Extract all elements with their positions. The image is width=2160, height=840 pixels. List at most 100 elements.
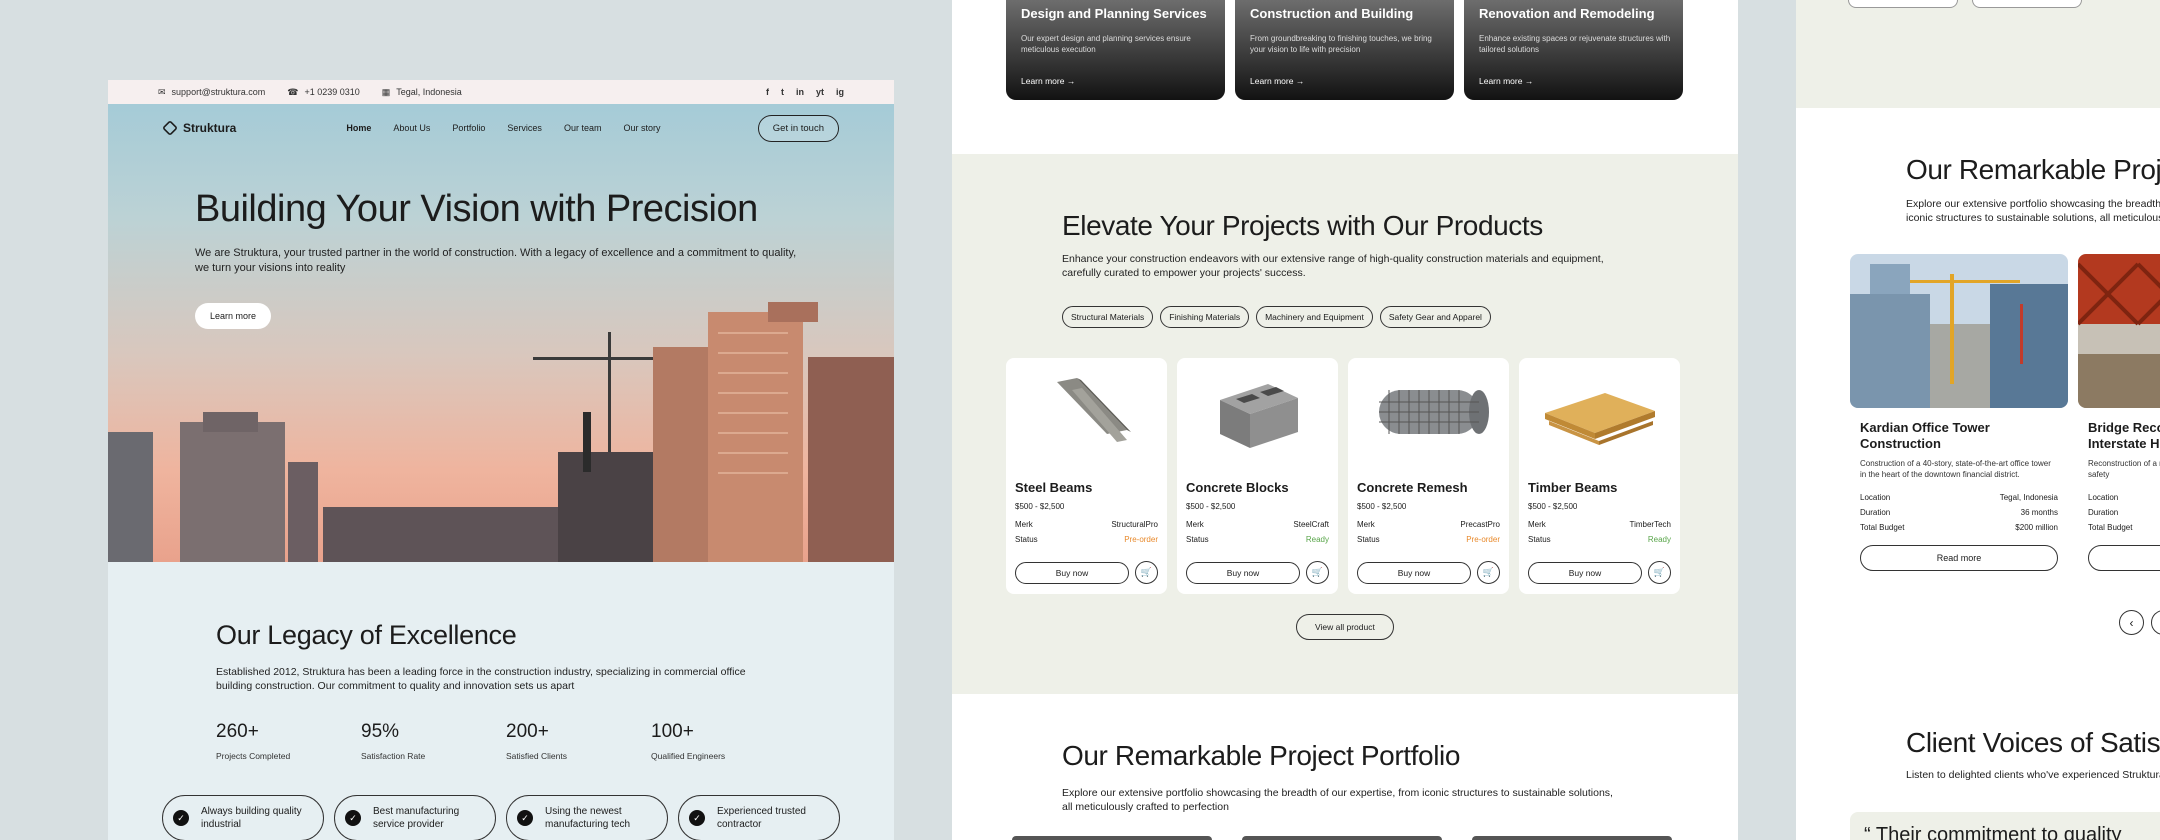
chevron-left-icon: ‹ xyxy=(2129,615,2134,630)
service-learn-more-link[interactable]: Learn more → xyxy=(1021,76,1075,86)
service-card[interactable]: Design and Planning Services Our expert d… xyxy=(1006,0,1225,100)
nav-portfolio[interactable]: Portfolio xyxy=(452,123,485,133)
buy-now-button[interactable]: Buy now xyxy=(1186,562,1300,584)
top-contact-bar: ✉ support@struktura.com ☎ +1 0239 0310 ▦ Te… xyxy=(108,80,894,104)
testimonial-card: “ Their commitment to quality xyxy=(1850,812,2160,840)
cart-icon[interactable]: 🛒 xyxy=(1306,561,1329,584)
cart-icon[interactable]: 🛒 xyxy=(1135,561,1158,584)
read-more-button[interactable]: Read more xyxy=(2088,545,2160,571)
highlights-row: ✓ Always building quality industrial ✓ Bes… xyxy=(162,795,894,840)
highlight-pill: ✓ Always building quality industrial xyxy=(162,795,324,840)
buy-now-button[interactable]: Buy now xyxy=(1015,562,1129,584)
legacy-section: Our Legacy of Excellence Established 201… xyxy=(108,562,894,761)
service-card[interactable]: Renovation and Remodeling Enhance existin… xyxy=(1464,0,1683,100)
product-card[interactable]: Concrete Remesh $500 - $2,500 Merk Precas… xyxy=(1348,358,1509,594)
check-icon: ✓ xyxy=(517,810,533,826)
office-tower-image xyxy=(1850,254,2068,408)
buy-now-button[interactable]: Buy now xyxy=(1528,562,1642,584)
building-icon: ▦ xyxy=(381,86,391,97)
social-links: f t in yt ig xyxy=(766,87,844,97)
project-card[interactable]: Kardian Office Tower Construction Constr… xyxy=(1850,254,2068,571)
status-badge: Pre-order xyxy=(1124,535,1158,544)
stat-satisfaction: 95% Satisfaction Rate xyxy=(361,721,426,761)
quote-icon: “ xyxy=(1864,824,1871,840)
product-card[interactable]: Steel Beams $500 - $2,500 Merk Structural… xyxy=(1006,358,1167,594)
category-chip[interactable]: Safety Gear and Apparel xyxy=(1379,306,1491,328)
button-peek xyxy=(1848,0,1958,8)
instagram-icon[interactable]: ig xyxy=(836,87,844,97)
service-card[interactable]: Construction and Building From groundbrea… xyxy=(1235,0,1454,100)
nav-about[interactable]: About Us xyxy=(393,123,430,133)
hero-subtitle: We are Struktura, your trusted partner i… xyxy=(195,247,797,274)
main-nav: Struktura Home About Us Portfolio Servic… xyxy=(108,104,894,152)
category-filters: Structural Materials Finishing Materials… xyxy=(1062,306,1491,328)
highlight-pill: ✓ Experienced trusted contractor xyxy=(678,795,840,840)
top-strip xyxy=(1796,0,2160,108)
status-badge: Ready xyxy=(1647,535,1671,544)
brand-logo[interactable]: Struktura xyxy=(162,120,236,136)
read-more-button[interactable]: Read more xyxy=(1860,545,2058,571)
facebook-icon[interactable]: f xyxy=(766,87,769,97)
view-all-products-button[interactable]: View all product xyxy=(1296,614,1394,640)
portfolio-title: Our Remarkable Project Portfolio xyxy=(1062,740,1461,771)
hero-learn-more-button[interactable]: Learn more xyxy=(195,303,272,329)
stat-engineers: 100+ Qualified Engineers xyxy=(651,721,726,761)
nav-home[interactable]: Home xyxy=(346,123,371,133)
portfolio-section: Our Remarkable Project Portfolio Explore… xyxy=(1062,740,1622,814)
products-title: Elevate Your Projects with Our Products xyxy=(1062,210,1543,241)
nav-services[interactable]: Services xyxy=(507,123,542,133)
products-description: Enhance your construction endeavors with… xyxy=(1062,253,1604,279)
nav-story[interactable]: Our story xyxy=(623,123,660,133)
portfolio-description: Explore our extensive portfolio showcasi… xyxy=(1906,198,2160,224)
youtube-icon[interactable]: yt xyxy=(816,87,824,97)
concrete-block-image xyxy=(1177,358,1338,468)
button-peek xyxy=(1972,0,2082,8)
category-chip[interactable]: Structural Materials xyxy=(1062,306,1154,328)
status-badge: Ready xyxy=(1305,535,1329,544)
highlight-pill: ✓ Using the newest manufacturing tech xyxy=(506,795,668,840)
cart-icon[interactable]: 🛒 xyxy=(1477,561,1500,584)
wire-mesh-roll-image xyxy=(1348,358,1509,468)
portfolio-page-panel: Our Remarkable Project Portfolio Explore… xyxy=(1796,0,2160,840)
product-card[interactable]: Concrete Blocks $500 - $2,500 Merk SteelC… xyxy=(1177,358,1338,594)
nav-team[interactable]: Our team xyxy=(564,123,602,133)
project-card[interactable]: Bridge Reconstruction Interstate Highway… xyxy=(2078,254,2160,571)
testimonials-description: Listen to delighted clients who've exper… xyxy=(1906,769,2160,781)
testimonials-title: Client Voices of Satisfaction xyxy=(1906,727,2160,758)
phone-icon: ☎ xyxy=(287,86,299,97)
legacy-description: Established 2012, Struktura has been a l… xyxy=(216,666,746,692)
category-chip[interactable]: Machinery and Equipment xyxy=(1256,306,1373,328)
carousel-prev-button[interactable]: ‹ xyxy=(2119,610,2144,635)
highlight-pill: ✓ Best manufacturing service provider xyxy=(334,795,496,840)
email-contact[interactable]: ✉ support@struktura.com xyxy=(158,87,265,98)
get-in-touch-button[interactable]: Get in touch xyxy=(757,114,839,142)
check-icon: ✓ xyxy=(689,810,705,826)
portfolio-title: Our Remarkable Project Portfolio xyxy=(1906,154,2160,185)
arrow-right-icon: → xyxy=(1066,76,1076,86)
stat-clients: 200+ Satisfied Clients xyxy=(506,721,567,761)
portfolio-card-peek xyxy=(1472,836,1672,840)
hero-title: Building Your Vision with Precision xyxy=(195,188,758,230)
buy-now-button[interactable]: Buy now xyxy=(1357,562,1471,584)
cart-icon[interactable]: 🛒 xyxy=(1648,561,1671,584)
product-card[interactable]: Timber Beams $500 - $2,500 Merk TimberTec… xyxy=(1519,358,1680,594)
arrow-right-icon: → xyxy=(1524,76,1534,86)
hero-section: Struktura Home About Us Portfolio Servic… xyxy=(108,104,894,562)
linkedin-icon[interactable]: in xyxy=(796,87,804,97)
timber-boards-image xyxy=(1519,358,1680,468)
logo-icon xyxy=(162,120,178,136)
twitter-icon[interactable]: t xyxy=(781,87,784,97)
status-badge: Pre-order xyxy=(1466,535,1500,544)
phone-contact[interactable]: ☎ +1 0239 0310 xyxy=(287,87,360,98)
service-learn-more-link[interactable]: Learn more → xyxy=(1479,76,1533,86)
steel-beam-image xyxy=(1006,358,1167,468)
services-row: Design and Planning Services Our expert d… xyxy=(1006,0,1738,100)
location-contact: ▦ Tegal, Indonesia xyxy=(381,86,462,98)
portfolio-card-peek xyxy=(1012,836,1212,840)
products-page-panel: Design and Planning Services Our expert d… xyxy=(952,0,1738,840)
mail-icon: ✉ xyxy=(158,86,166,97)
service-learn-more-link[interactable]: Learn more → xyxy=(1250,76,1304,86)
check-icon: ✓ xyxy=(345,810,361,826)
category-chip[interactable]: Finishing Materials xyxy=(1160,306,1250,328)
carousel-next-button[interactable]: › xyxy=(2151,610,2160,635)
